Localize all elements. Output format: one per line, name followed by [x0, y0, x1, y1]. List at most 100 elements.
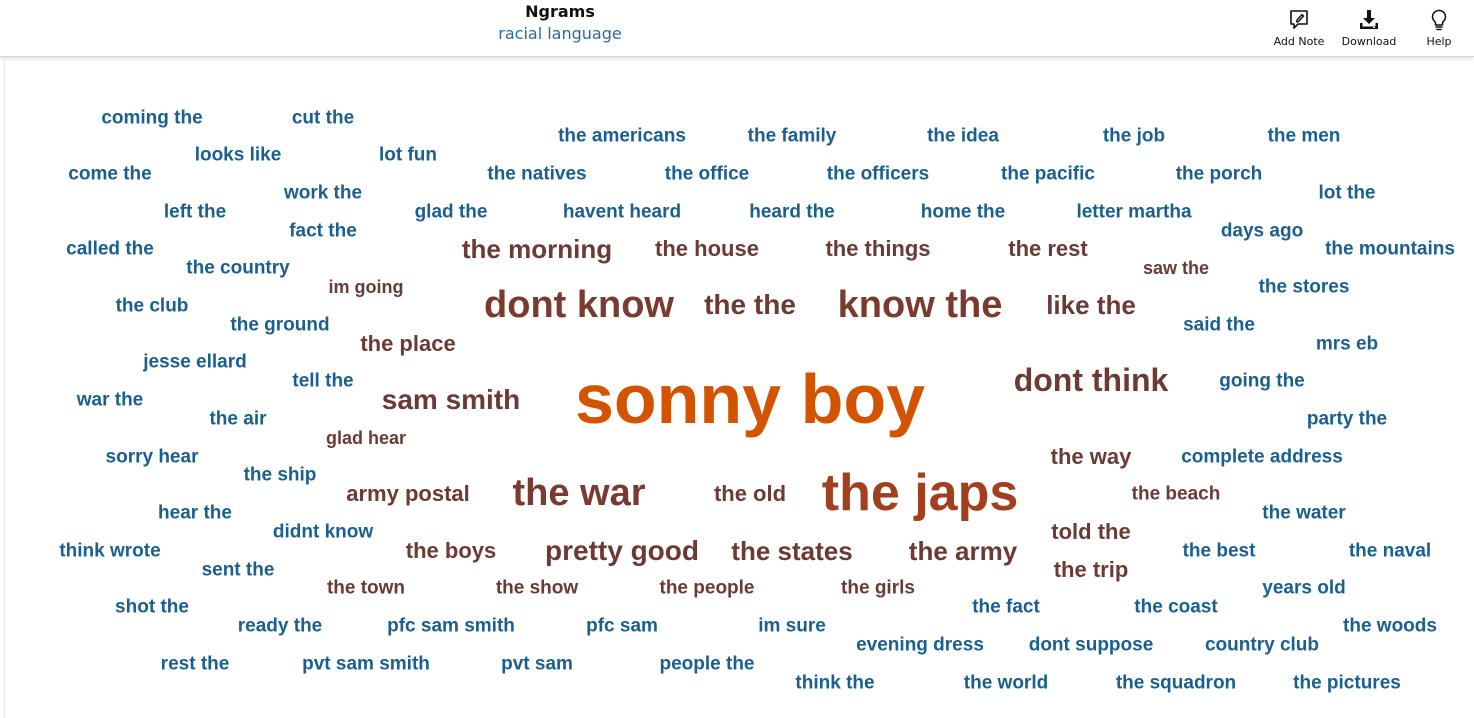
cloud-word[interactable]: the rest: [1008, 238, 1087, 260]
cloud-word[interactable]: pfc sam smith: [387, 617, 515, 636]
cloud-word[interactable]: the boys: [406, 540, 496, 562]
cloud-word[interactable]: lot the: [1319, 184, 1376, 203]
cloud-word[interactable]: sam smith: [382, 386, 521, 414]
cloud-word[interactable]: the natives: [487, 165, 586, 184]
cloud-word[interactable]: the idea: [927, 127, 999, 146]
cloud-word[interactable]: party the: [1307, 410, 1387, 429]
cloud-word[interactable]: think the: [795, 674, 874, 693]
cloud-word[interactable]: going the: [1219, 372, 1304, 391]
cloud-word[interactable]: the americans: [558, 127, 686, 146]
help-button[interactable]: Help: [1404, 6, 1474, 48]
cloud-word[interactable]: im going: [329, 278, 404, 296]
cloud-word[interactable]: ready the: [238, 617, 322, 636]
add-note-button[interactable]: Add Note: [1264, 6, 1334, 48]
cloud-word[interactable]: the pacific: [1001, 165, 1095, 184]
cloud-word[interactable]: the men: [1268, 127, 1341, 146]
cloud-word[interactable]: the officers: [827, 165, 929, 184]
cloud-word[interactable]: fact the: [289, 222, 357, 241]
cloud-word[interactable]: the the: [704, 291, 796, 319]
cloud-word[interactable]: the stores: [1259, 278, 1350, 297]
cloud-word[interactable]: the things: [825, 238, 930, 260]
cloud-word[interactable]: know the: [838, 286, 1003, 324]
cloud-word[interactable]: glad the: [415, 203, 488, 222]
cloud-word[interactable]: the job: [1103, 127, 1165, 146]
cloud-word[interactable]: the water: [1262, 504, 1345, 523]
cloud-word[interactable]: pretty good: [545, 537, 699, 565]
cloud-word[interactable]: cut the: [292, 109, 354, 128]
cloud-word[interactable]: mrs eb: [1316, 335, 1378, 354]
cloud-word[interactable]: heard the: [749, 203, 835, 222]
cloud-word[interactable]: the war: [512, 474, 645, 512]
cloud-word[interactable]: the town: [327, 579, 405, 598]
cloud-word[interactable]: work the: [284, 184, 362, 203]
cloud-word[interactable]: the way: [1051, 446, 1132, 468]
download-button[interactable]: Download: [1334, 6, 1404, 48]
cloud-word[interactable]: days ago: [1221, 222, 1303, 241]
cloud-word[interactable]: like the: [1046, 292, 1136, 318]
cloud-word[interactable]: the ship: [244, 466, 317, 485]
cloud-word[interactable]: hear the: [158, 504, 232, 523]
cloud-word[interactable]: tell the: [292, 372, 353, 391]
cloud-word[interactable]: called the: [66, 240, 154, 259]
cloud-word[interactable]: pvt sam smith: [302, 655, 430, 674]
cloud-word[interactable]: people the: [659, 655, 754, 674]
cloud-word[interactable]: the people: [659, 579, 754, 598]
cloud-word[interactable]: the best: [1183, 542, 1256, 561]
cloud-word[interactable]: army postal: [346, 483, 470, 505]
cloud-word[interactable]: the pictures: [1293, 674, 1401, 693]
cloud-word[interactable]: the trip: [1054, 559, 1129, 581]
cloud-word[interactable]: shot the: [115, 598, 189, 617]
cloud-word[interactable]: havent heard: [563, 203, 681, 222]
cloud-word[interactable]: the ground: [230, 316, 329, 335]
cloud-word[interactable]: country club: [1205, 636, 1319, 655]
cloud-word[interactable]: years old: [1262, 579, 1345, 598]
cloud-word[interactable]: war the: [77, 391, 144, 410]
cloud-word[interactable]: the old: [714, 483, 786, 505]
cloud-word[interactable]: the family: [748, 127, 837, 146]
cloud-word[interactable]: the woods: [1343, 617, 1437, 636]
cloud-word[interactable]: home the: [921, 203, 1005, 222]
cloud-word[interactable]: the beach: [1132, 485, 1221, 504]
cloud-word[interactable]: said the: [1183, 316, 1255, 335]
cloud-word[interactable]: the porch: [1176, 165, 1263, 184]
cloud-word[interactable]: the office: [665, 165, 749, 184]
cloud-word[interactable]: the air: [209, 410, 266, 429]
cloud-word[interactable]: letter martha: [1076, 203, 1191, 222]
cloud-word[interactable]: pfc sam: [586, 617, 658, 636]
cloud-word[interactable]: glad hear: [326, 429, 406, 447]
cloud-word[interactable]: dont suppose: [1029, 636, 1154, 655]
cloud-word[interactable]: the show: [496, 579, 578, 598]
cloud-word[interactable]: the morning: [462, 236, 612, 262]
cloud-word[interactable]: the girls: [841, 579, 915, 598]
cloud-word[interactable]: looks like: [195, 146, 282, 165]
cloud-word[interactable]: the place: [360, 333, 455, 355]
cloud-word[interactable]: evening dress: [856, 636, 984, 655]
cloud-word[interactable]: told the: [1051, 521, 1130, 543]
cloud-word[interactable]: dont think: [1014, 364, 1169, 396]
cloud-word[interactable]: coming the: [101, 109, 202, 128]
cloud-word[interactable]: pvt sam: [501, 655, 573, 674]
cloud-word[interactable]: the world: [964, 674, 1048, 693]
cloud-word[interactable]: think wrote: [59, 542, 160, 561]
cloud-word[interactable]: the naval: [1349, 542, 1431, 561]
cloud-word[interactable]: sorry hear: [106, 448, 199, 467]
cloud-word[interactable]: complete address: [1181, 448, 1343, 467]
cloud-word[interactable]: im sure: [758, 617, 826, 636]
cloud-word[interactable]: the mountains: [1325, 240, 1455, 259]
cloud-word[interactable]: the house: [655, 238, 759, 260]
cloud-word[interactable]: the army: [909, 538, 1017, 564]
cloud-word[interactable]: the states: [731, 538, 852, 564]
cloud-word[interactable]: dont know: [484, 286, 674, 324]
cloud-word[interactable]: jesse ellard: [143, 353, 247, 372]
cloud-word[interactable]: the fact: [972, 598, 1040, 617]
cloud-word[interactable]: the coast: [1134, 598, 1217, 617]
cloud-word[interactable]: the club: [116, 297, 189, 316]
cloud-word[interactable]: rest the: [161, 655, 230, 674]
cloud-word[interactable]: didnt know: [273, 523, 373, 542]
cloud-word[interactable]: come the: [68, 165, 151, 184]
cloud-word[interactable]: sent the: [202, 561, 275, 580]
cloud-word[interactable]: left the: [164, 203, 226, 222]
cloud-word[interactable]: saw the: [1143, 259, 1209, 277]
cloud-word[interactable]: lot fun: [379, 146, 437, 165]
cloud-word[interactable]: sonny boy: [575, 364, 925, 434]
